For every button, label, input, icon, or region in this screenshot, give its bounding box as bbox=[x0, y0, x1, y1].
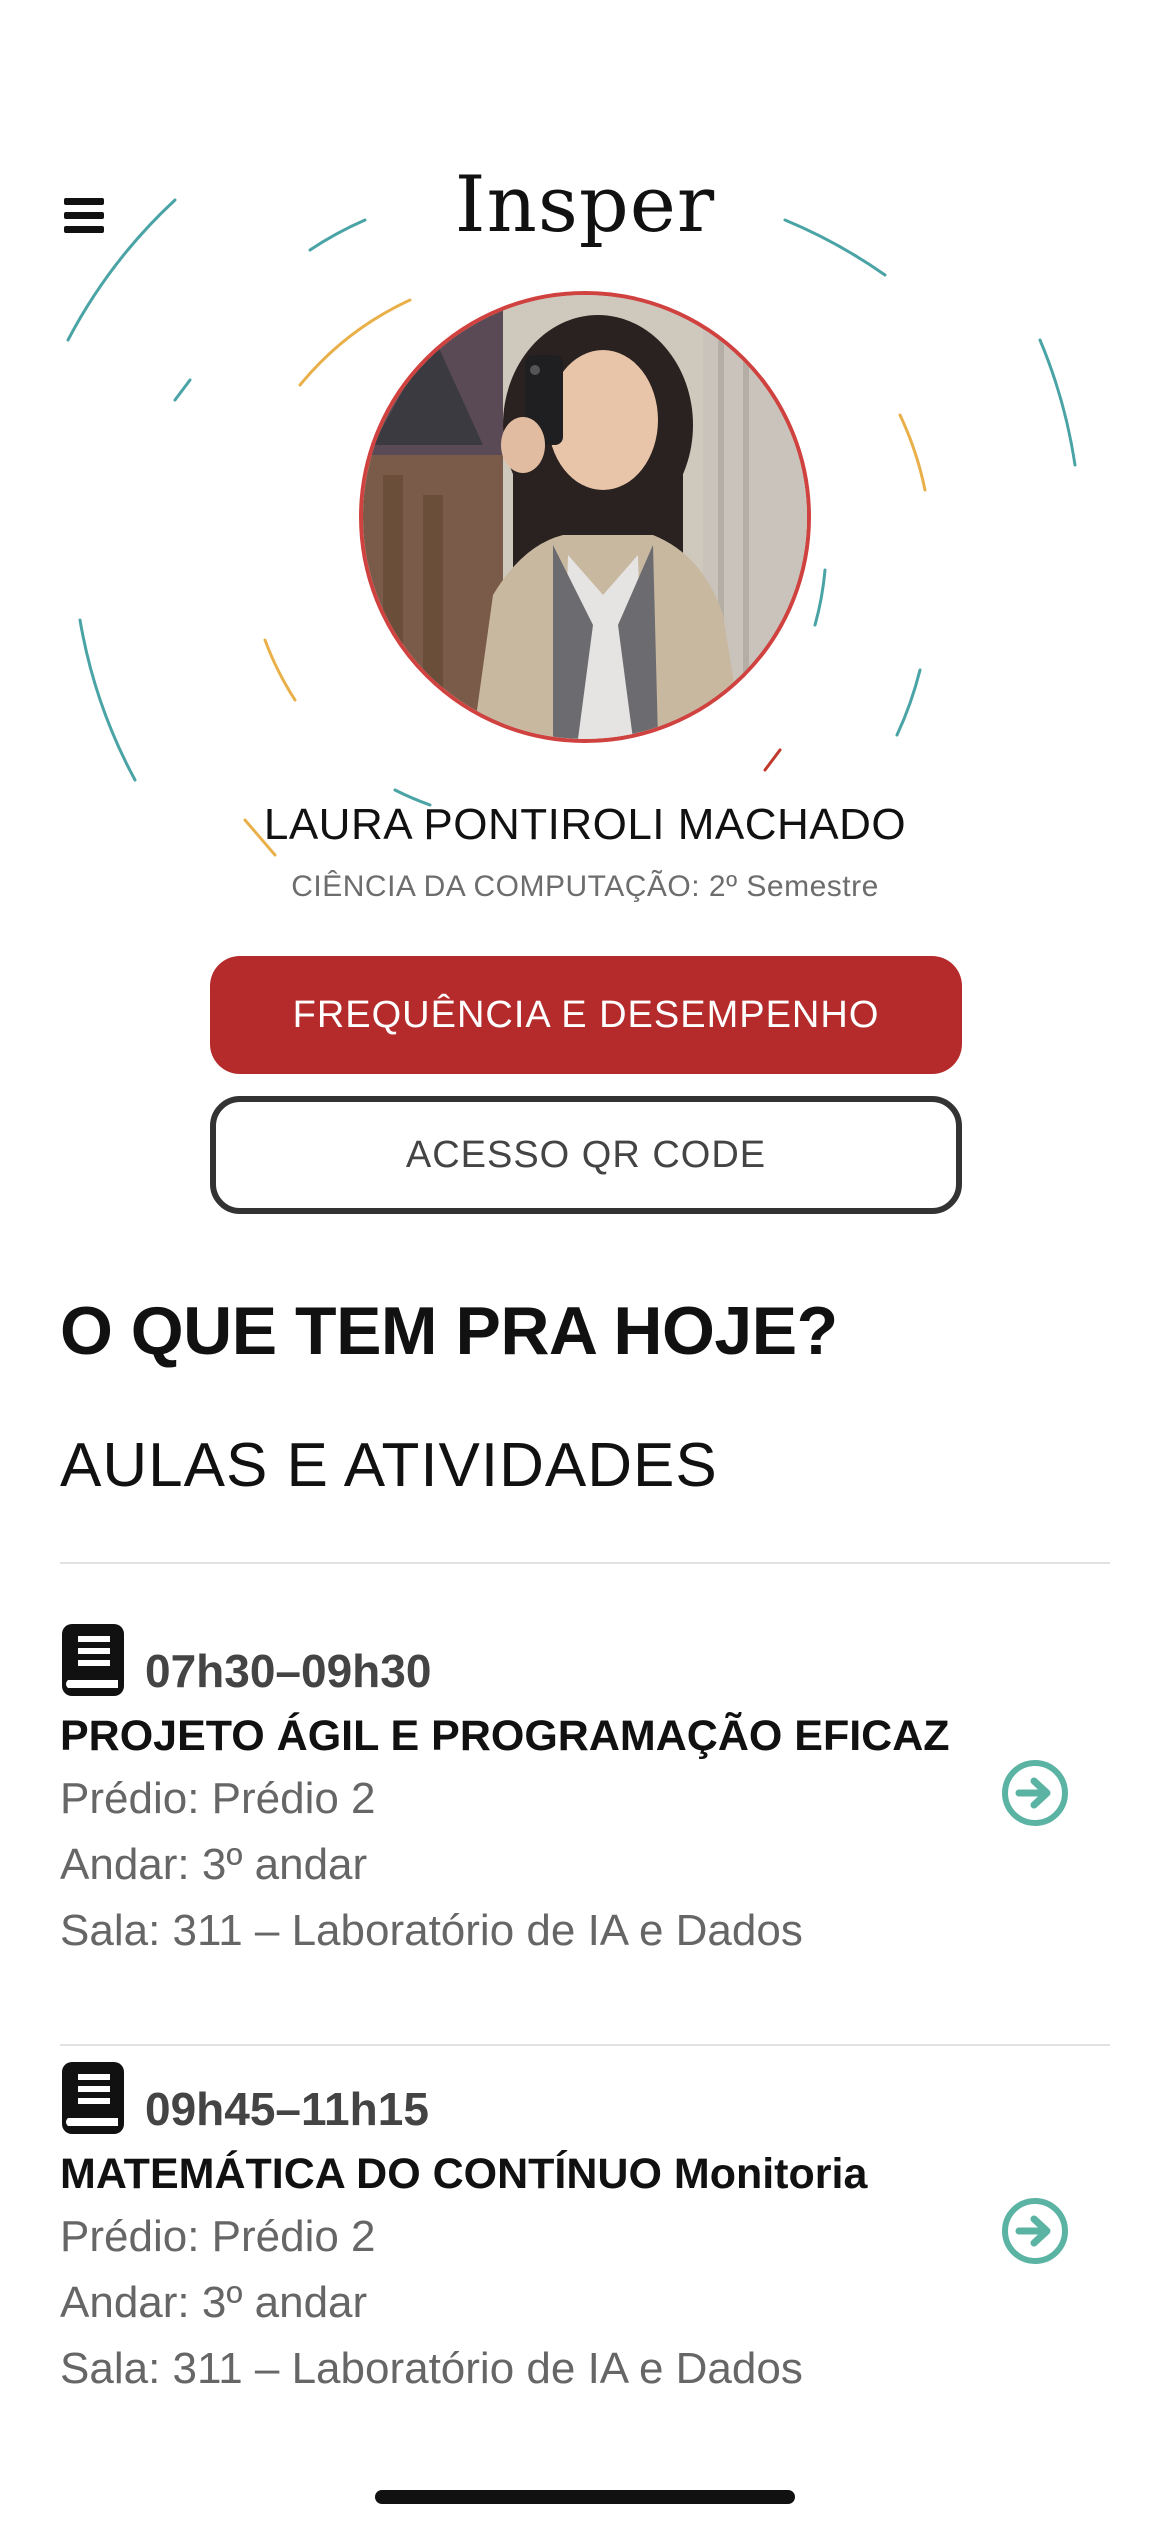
book-icon bbox=[62, 2062, 124, 2134]
class-floor: Andar: 3º andar bbox=[60, 2278, 368, 2327]
today-title: O QUE TEM PRA HOJE? bbox=[60, 1293, 838, 1369]
student-photo bbox=[363, 295, 807, 739]
class-title: MATEMÁTICA DO CONTÍNUO Monitoria bbox=[60, 2150, 868, 2198]
home-indicator bbox=[375, 2490, 795, 2504]
classes-subtitle: AULAS E ATIVIDADES bbox=[60, 1431, 718, 1500]
qr-code-access-button[interactable]: ACESSO QR CODE bbox=[210, 1096, 962, 1214]
class-building: Prédio: Prédio 2 bbox=[60, 1774, 376, 1823]
divider bbox=[60, 1562, 1110, 1564]
avatar bbox=[359, 291, 811, 743]
class-time: 09h45–11h15 bbox=[145, 2083, 429, 2135]
book-icon bbox=[62, 1624, 124, 1696]
class-room: Sala: 311 – Laboratório de IA e Dados bbox=[60, 2344, 803, 2393]
class-floor: Andar: 3º andar bbox=[60, 1840, 368, 1889]
student-course: CIÊNCIA DA COMPUTAÇÃO: 2º Semestre bbox=[291, 870, 879, 903]
attendance-performance-label: FREQUÊNCIA E DESEMPENHO bbox=[292, 993, 880, 1036]
divider bbox=[60, 2044, 1110, 2046]
arrow-right-circle-icon[interactable] bbox=[1000, 1758, 1070, 1828]
insper-logo: Insper bbox=[454, 160, 716, 250]
arrow-right-circle-icon[interactable] bbox=[1000, 2196, 1070, 2266]
student-name: LAURA PONTIROLI MACHADO bbox=[263, 800, 907, 849]
class-card[interactable]: 09h45–11h15 MATEMÁTICA DO CONTÍNUO Monit… bbox=[60, 2060, 1110, 2480]
class-room: Sala: 311 – Laboratório de IA e Dados bbox=[60, 1906, 803, 1955]
class-card[interactable]: 07h30–09h30 PROJETO ÁGIL E PROGRAMAÇÃO E… bbox=[60, 1622, 1110, 2042]
class-time: 07h30–09h30 bbox=[145, 1645, 432, 1697]
class-title: PROJETO ÁGIL E PROGRAMAÇÃO EFICAZ bbox=[60, 1712, 950, 1760]
class-building: Prédio: Prédio 2 bbox=[60, 2212, 376, 2261]
attendance-performance-button[interactable]: FREQUÊNCIA E DESEMPENHO bbox=[210, 956, 962, 1074]
qr-code-access-label: ACESSO QR CODE bbox=[405, 1133, 767, 1176]
